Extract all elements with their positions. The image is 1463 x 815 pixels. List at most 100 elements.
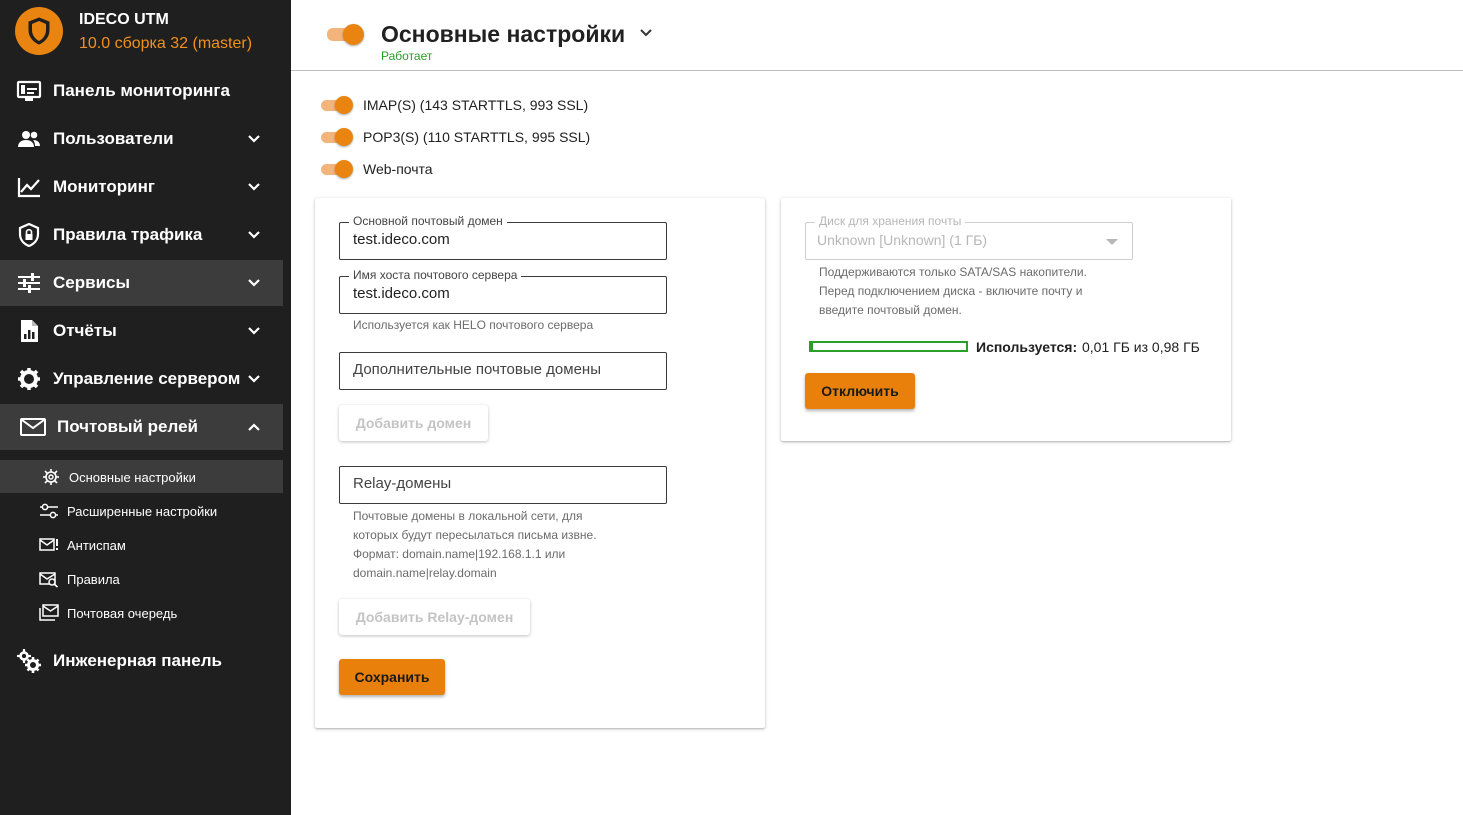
- sub-item-label: Расширенные настройки: [67, 504, 218, 519]
- storage-helper-line: Поддерживаются только SATA/SAS накопител…: [819, 265, 1087, 279]
- sub-item-antispam[interactable]: Антиспам: [0, 528, 283, 561]
- nav-item-users[interactable]: Пользователи: [0, 116, 283, 162]
- mail-icon: [20, 418, 46, 436]
- save-button[interactable]: Сохранить: [339, 659, 445, 695]
- nav-item-monitoring-panel[interactable]: Панель мониторинга: [0, 68, 283, 114]
- toggle-knob: [335, 96, 353, 114]
- nav-item-server-management[interactable]: Управление сервером: [0, 356, 283, 402]
- nav-item-engineering-panel[interactable]: Инженерная панель: [0, 638, 283, 684]
- hostname-helper: Используется как HELO почтового сервера: [353, 318, 594, 332]
- relay-helper-line: Почтовые домены в локальной сети, для: [353, 509, 583, 523]
- sidebar: IDECO UTM 10.0 сборка 32 (master) Панель…: [0, 0, 291, 815]
- relay-domains-field[interactable]: [339, 466, 667, 504]
- sub-item-mail-queue[interactable]: Почтовая очередь: [0, 596, 283, 629]
- usage-label: Используется:: [976, 339, 1078, 355]
- nav-label: Правила трафика: [53, 225, 203, 244]
- brand-name: IDECO UTM: [79, 11, 169, 28]
- usage-progress-bar: [809, 341, 968, 352]
- pop3-label: POP3(S) (110 STARTTLS, 995 SSL): [363, 129, 591, 145]
- sub-item-label: Антиспам: [67, 538, 126, 553]
- field-label: Имя хоста почтового сервера: [349, 268, 522, 282]
- main-domain-input[interactable]: [353, 231, 653, 248]
- pop3-toggle[interactable]: [321, 127, 355, 147]
- imap-toggle[interactable]: [321, 95, 355, 115]
- nav-item-monitoring[interactable]: Мониторинг: [0, 164, 283, 210]
- mail-storage-card: Диск для хранения почты Unknown [Unknown…: [781, 198, 1231, 441]
- nav-label: Управление сервером: [53, 369, 241, 388]
- ideco-logo-icon: [15, 7, 63, 55]
- add-domain-button[interactable]: Добавить домен: [339, 405, 488, 441]
- nav-item-reports[interactable]: Отчёты: [0, 308, 283, 354]
- sub-item-label: Основные настройки: [69, 470, 196, 485]
- sub-item-label: Почтовая очередь: [67, 606, 178, 621]
- nav-label: Отчёты: [53, 321, 117, 340]
- webmail-label: Web-почта: [363, 161, 433, 177]
- nav-item-services[interactable]: Сервисы: [0, 260, 283, 306]
- chevron-down-icon: [248, 231, 260, 239]
- mail-alert-icon: [39, 538, 58, 551]
- settings-icon: [43, 469, 59, 485]
- report-icon: [21, 320, 38, 342]
- page-header: Основные настройки Работает: [291, 0, 1463, 71]
- imap-label: IMAP(S) (143 STARTTLS, 993 SSL): [363, 97, 589, 113]
- chevron-down-icon: [248, 135, 260, 143]
- chevron-down-icon: [248, 183, 260, 191]
- chart-line-icon: [17, 178, 40, 198]
- chevron-down-icon[interactable]: [639, 28, 653, 38]
- nav-label: Пользователи: [53, 129, 174, 148]
- mail-domains-card: Основной почтовый домен Имя хоста почтов…: [315, 198, 765, 728]
- nav-item-mail-relay[interactable]: Почтовый релей: [0, 404, 283, 450]
- chevron-up-icon: [248, 423, 260, 431]
- hostname-field[interactable]: Имя хоста почтового сервера: [339, 268, 667, 314]
- storage-disk-select[interactable]: Диск для хранения почты Unknown [Unknown…: [805, 214, 1133, 260]
- toggle-knob: [335, 128, 353, 146]
- chevron-down-icon: [248, 279, 260, 287]
- dropdown-caret-icon: [1106, 239, 1118, 245]
- status-text: Работает: [381, 49, 433, 63]
- brand: IDECO UTM 10.0 сборка 32 (master): [0, 0, 291, 68]
- chevron-down-icon: [248, 327, 260, 335]
- relay-domains-input[interactable]: [353, 475, 653, 492]
- nav-label: Панель мониторинга: [53, 81, 230, 100]
- sub-item-rules[interactable]: Правила: [0, 562, 283, 595]
- nav-label: Почтовый релей: [57, 417, 198, 436]
- relay-helper: Почтовые домены в локальной сети, для ко…: [353, 507, 597, 583]
- sub-item-main-settings[interactable]: Основные настройки: [0, 460, 283, 493]
- field-label: Основной почтовый домен: [349, 214, 507, 228]
- brand-version: 10.0 сборка 32 (master): [79, 35, 253, 52]
- monitor-icon: [16, 80, 42, 101]
- field-label: Диск для хранения почты: [815, 214, 966, 228]
- chevron-down-icon: [248, 375, 260, 383]
- nav-label: Мониторинг: [53, 177, 155, 196]
- relay-helper-line: domain.name|relay.domain: [353, 566, 497, 580]
- select-value: Unknown [Unknown] (1 ГБ): [817, 232, 988, 248]
- usage-value: 0,01 ГБ из 0,98 ГБ: [1082, 339, 1200, 355]
- storage-helper: Поддерживаются только SATA/SAS накопител…: [819, 263, 1087, 320]
- page-title: Основные настройки: [381, 21, 626, 47]
- mail-queue-icon: [39, 604, 59, 621]
- sub-item-advanced-settings[interactable]: Расширенные настройки: [0, 494, 283, 527]
- storage-helper-line: Перед подключением диска - включите почт…: [819, 284, 1083, 298]
- service-toggle[interactable]: [327, 24, 365, 45]
- sliders-icon: [18, 273, 40, 293]
- toggle-knob: [343, 24, 364, 45]
- tune-icon: [40, 503, 58, 519]
- usage-progress-fill: [811, 343, 814, 350]
- extra-domains-field[interactable]: [339, 352, 667, 390]
- hostname-input[interactable]: [353, 285, 653, 302]
- webmail-toggle[interactable]: [321, 159, 355, 179]
- nav-label: Сервисы: [53, 273, 130, 292]
- extra-domains-input[interactable]: [353, 361, 653, 378]
- mail-search-icon: [39, 572, 59, 588]
- main-domain-field[interactable]: Основной почтовый домен: [339, 214, 667, 260]
- nav-item-traffic-rules[interactable]: Правила трафика: [0, 212, 283, 258]
- gear-icon: [18, 368, 40, 390]
- add-relay-domain-button[interactable]: Добавить Relay-домен: [339, 599, 530, 635]
- sub-item-label: Правила: [67, 572, 120, 587]
- storage-helper-line: введите почтовый домен.: [819, 303, 962, 317]
- toggle-knob: [335, 160, 353, 178]
- disable-button[interactable]: Отключить: [805, 373, 915, 409]
- shield-lock-icon: [18, 223, 40, 247]
- nav-label: Инженерная панель: [53, 651, 222, 670]
- relay-helper-line: которых будут пересылаться письма извне.: [353, 528, 597, 542]
